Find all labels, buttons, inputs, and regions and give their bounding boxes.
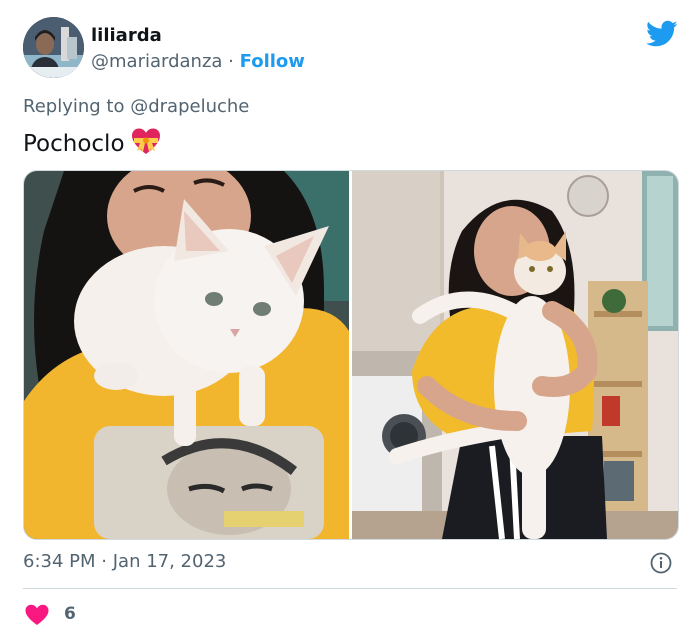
- timestamp-separator: ·: [101, 551, 107, 572]
- handle-separator: ·: [228, 51, 234, 72]
- photo-image-2: [352, 171, 678, 539]
- heart-with-ribbon-emoji: [131, 128, 160, 154]
- tweet-body: Pochoclo: [23, 131, 125, 157]
- heart-icon: [25, 604, 49, 625]
- author-handle-line: @mariardanza · Follow: [91, 51, 305, 72]
- media-grid: [23, 170, 679, 540]
- author-name[interactable]: liliarda: [91, 25, 162, 46]
- reply-prefix: Replying to: [23, 96, 125, 117]
- tweet-card: liliarda @mariardanza · Follow Replying …: [0, 0, 700, 642]
- photo-kitten-on-shoulder[interactable]: [24, 171, 349, 539]
- twitter-bird-icon[interactable]: [646, 20, 678, 48]
- divider: [23, 588, 677, 589]
- info-icon[interactable]: [650, 552, 672, 574]
- avatar[interactable]: [23, 17, 84, 78]
- reply-mention-link[interactable]: @drapeluche: [130, 96, 249, 117]
- tweet-text: Pochoclo: [23, 127, 161, 157]
- photo-cat-held[interactable]: [352, 171, 678, 539]
- like-count: 6: [64, 604, 76, 624]
- follow-button[interactable]: Follow: [240, 51, 305, 72]
- tweet-time: 6:34 PM: [23, 551, 96, 572]
- photo-image-1: [24, 171, 349, 539]
- avatar-image: [23, 17, 84, 78]
- author-handle[interactable]: @mariardanza: [91, 51, 222, 72]
- reply-context: Replying to @drapeluche: [23, 96, 249, 117]
- tweet-timestamp[interactable]: 6:34 PM · Jan 17, 2023: [23, 551, 226, 572]
- tweet-date: Jan 17, 2023: [112, 551, 227, 572]
